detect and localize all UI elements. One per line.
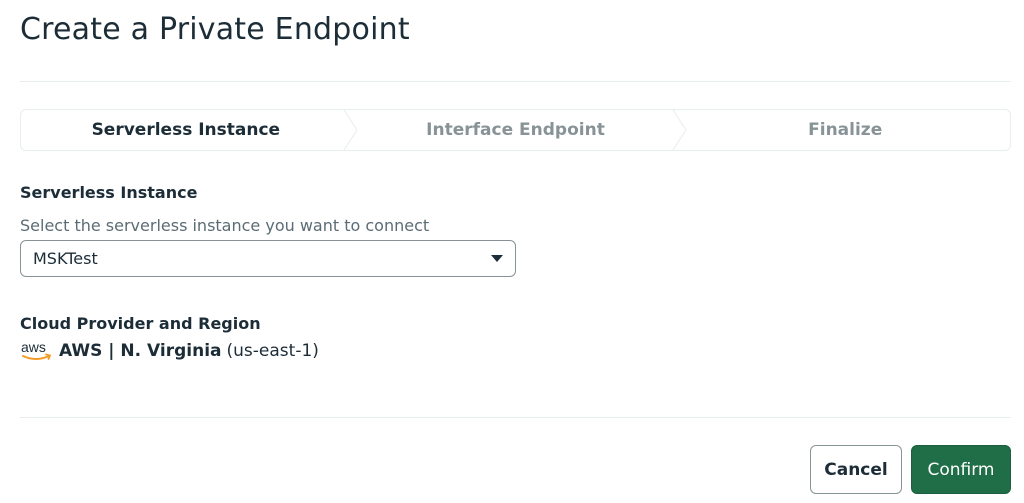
confirm-button[interactable]: Confirm [911,445,1011,494]
aws-logo-icon: aws [21,339,52,360]
wizard-step-label: Serverless Instance [91,120,281,140]
chevron-down-icon [491,254,503,262]
footer-divider [20,417,1011,418]
private-endpoint-modal: Create a Private Endpoint Serverless Ins… [0,0,1024,503]
cloud-provider-region-label: Cloud Provider and Region [20,314,261,333]
serverless-instance-label: Serverless Instance [20,183,198,202]
header-divider [20,81,1011,82]
wizard-step-label: Interface Endpoint [426,120,605,140]
svg-text:aws: aws [21,339,46,355]
serverless-instance-select[interactable]: MSKTest [20,240,516,277]
wizard-step-finalize[interactable]: Finalize [680,110,1010,150]
page-title: Create a Private Endpoint [20,12,410,47]
provider-region: AWS | N. Virginia [59,341,222,361]
wizard-steps: Serverless Instance Interface Endpoint F… [20,109,1011,151]
wizard-step-interface-endpoint[interactable]: Interface Endpoint [351,110,687,150]
step-separator-icon [672,110,687,150]
step-separator-icon [343,110,358,150]
region-code: (us-east-1) [226,341,319,361]
cloud-provider-region: aws AWS | N. Virginia (us-east-1) [20,338,319,364]
serverless-instance-helper: Select the serverless instance you want … [20,216,430,235]
wizard-step-serverless-instance[interactable]: Serverless Instance [21,110,358,150]
select-value: MSKTest [33,249,98,268]
wizard-step-label: Finalize [808,120,883,140]
cancel-button[interactable]: Cancel [810,445,902,494]
